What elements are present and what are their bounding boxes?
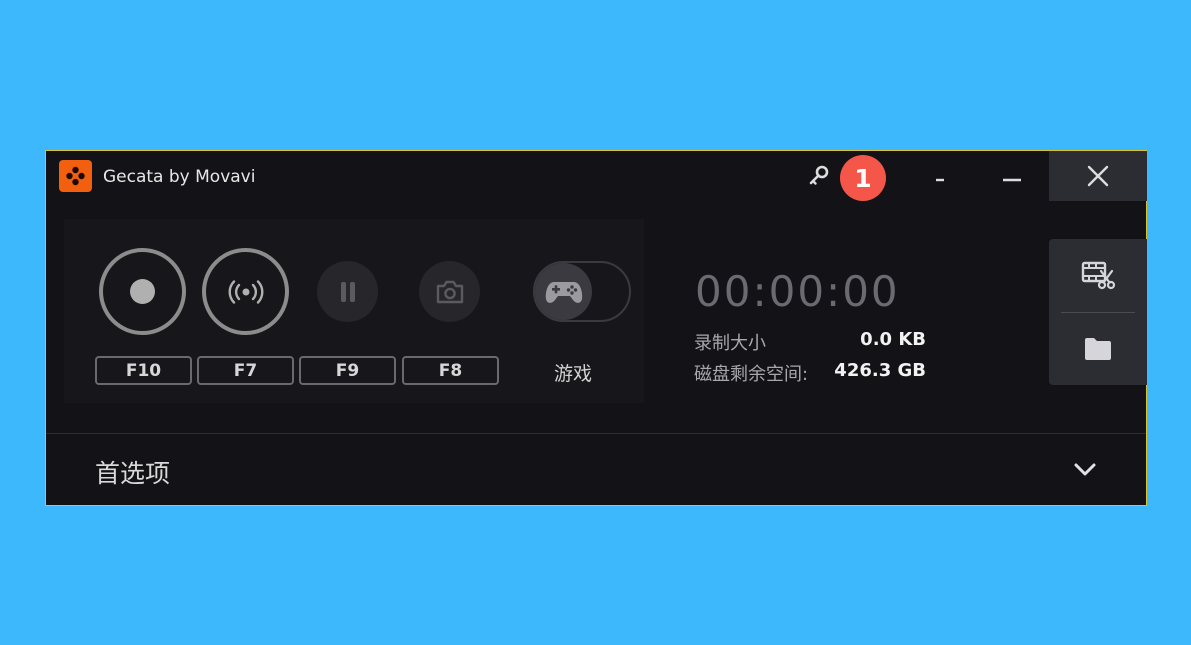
hotkey-record: F10 [95,356,192,385]
chevron-down-icon [1074,463,1096,476]
hotkey-stream: F7 [197,356,294,385]
gamepad-icon [545,281,582,303]
step-badge: 1 [840,155,886,201]
mini-minimize-icon [936,178,944,182]
edit-video-button[interactable] [1049,239,1147,311]
preferences-bar[interactable]: 首选项 [46,434,1146,506]
game-toggle-knob [535,263,592,320]
pause-button[interactable] [317,261,378,322]
preferences-label: 首选项 [95,459,171,488]
side-panel [1049,239,1147,385]
film-scissors-icon [1081,261,1116,290]
app-window: Gecata by Movavi 1 F10 F7 F9 F8 游戏 00:00… [45,150,1147,506]
record-icon [130,279,155,304]
broadcast-icon [228,279,263,304]
camera-icon [436,280,463,303]
hotkey-pause: F9 [299,356,396,385]
app-title: Gecata by Movavi [103,167,256,187]
key-icon[interactable] [808,165,830,187]
disk-space-label: 磁盘剩余空间: [694,364,809,385]
minimize-icon [1003,178,1021,182]
close-icon [1087,165,1109,187]
record-button[interactable] [99,248,186,335]
record-size-value: 0.0 KB [860,329,926,350]
minimize-button[interactable] [990,151,1034,201]
disk-space-value: 426.3 GB [834,360,926,381]
title-bar[interactable]: Gecata by Movavi 1 [46,151,1147,201]
pause-icon [340,281,355,302]
mini-mode-button[interactable] [918,151,962,201]
stream-button[interactable] [202,248,289,335]
folder-icon [1085,338,1111,360]
screenshot-button[interactable] [419,261,480,322]
hotkey-screenshot: F8 [402,356,499,385]
game-mode-toggle[interactable] [533,261,631,322]
gecata-logo-icon [59,160,92,192]
close-button[interactable] [1049,151,1147,201]
recording-timer: 00:00:00 [695,267,900,316]
record-size-label: 录制大小 [694,333,766,354]
game-mode-label: 游戏 [554,363,593,385]
open-folder-button[interactable] [1049,313,1147,385]
